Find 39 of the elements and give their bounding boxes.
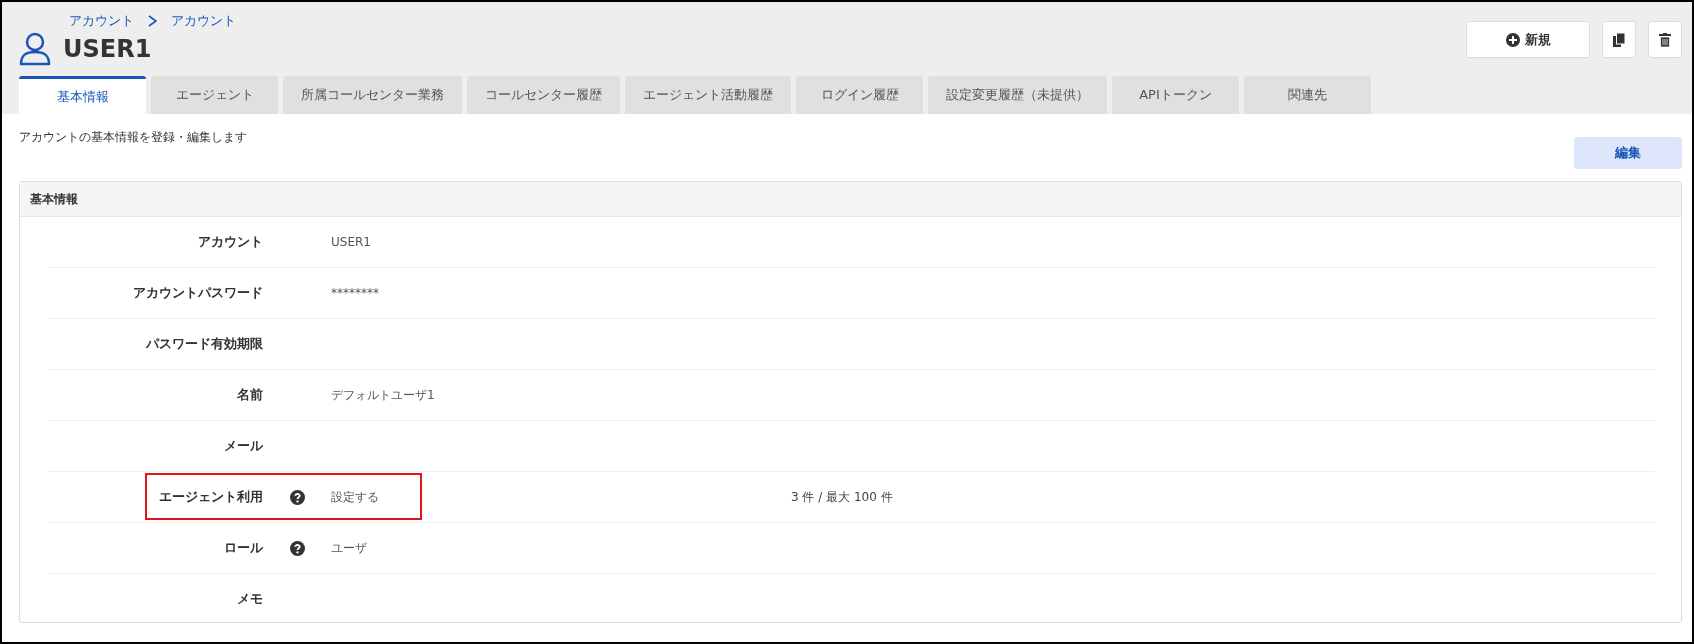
tab[interactable]: 関連先: [1244, 76, 1371, 114]
field-label: パスワード有効期限: [144, 335, 263, 353]
field-value: USER1: [331, 235, 372, 249]
help-icon[interactable]: [289, 489, 305, 505]
new-button[interactable]: 新規: [1466, 21, 1590, 58]
chevron-icon: [148, 15, 157, 27]
copy-button[interactable]: [1602, 21, 1636, 58]
field-label: エージェント利用: [158, 488, 263, 506]
field-label: メモ: [236, 590, 263, 608]
tab[interactable]: エージェント: [151, 76, 278, 114]
field-value: 設定する: [331, 488, 380, 506]
tab[interactable]: エージェント活動履歴: [625, 76, 791, 114]
field-label: アカウントパスワード: [132, 284, 263, 302]
field-label: アカウント: [197, 233, 263, 251]
tab[interactable]: APIトークン: [1112, 76, 1239, 114]
delete-button[interactable]: [1648, 21, 1682, 58]
tab[interactable]: 所属コールセンター業務: [283, 76, 462, 114]
breadcrumb-link[interactable]: アカウント: [171, 12, 236, 30]
field-value: ********: [331, 286, 380, 300]
page-description: アカウントの基本情報を登録・編集します: [19, 129, 247, 146]
field-label: 名前: [236, 386, 263, 404]
trash-icon: [1659, 32, 1671, 47]
tab[interactable]: 基本情報: [19, 76, 146, 114]
field-label: ロール: [223, 539, 263, 557]
field-label: メール: [223, 437, 263, 455]
tab[interactable]: コールセンター履歴: [467, 76, 620, 114]
help-icon[interactable]: [289, 540, 305, 556]
plus-circle-icon: [1505, 32, 1520, 47]
page-title: USER1: [63, 35, 152, 63]
panel-title: 基本情報: [20, 182, 1681, 217]
breadcrumb-link[interactable]: アカウント: [69, 12, 134, 30]
user-icon: [19, 32, 51, 66]
copy-icon: [1613, 32, 1625, 47]
tab[interactable]: 設定変更履歴（未提供）: [928, 76, 1107, 114]
usage-count: 3 件 / 最大 100 件: [791, 488, 893, 506]
edit-button[interactable]: 編集: [1574, 137, 1682, 169]
field-value: デフォルトユーザ1: [331, 386, 436, 404]
field-value: ユーザ: [331, 539, 368, 557]
tab[interactable]: ログイン履歴: [796, 76, 923, 114]
